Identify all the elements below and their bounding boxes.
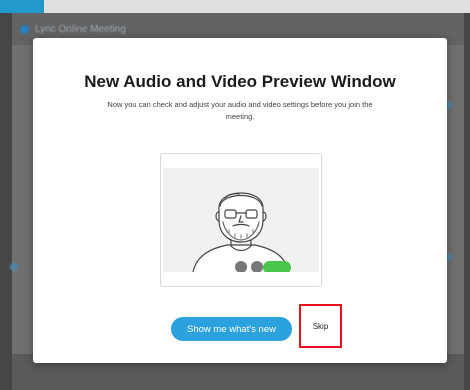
join-call-icon	[263, 261, 291, 272]
dialog-description: Now you can check and adjust your audio …	[107, 100, 373, 121]
skip-button[interactable]: Skip	[299, 304, 342, 348]
camera-toggle-icon	[235, 261, 247, 272]
preview-window-dialog: New Audio and Video Preview Window Now y…	[33, 38, 447, 363]
dialog-title: New Audio and Video Preview Window	[84, 72, 396, 91]
show-me-whats-new-button[interactable]: Show me what's new	[171, 317, 292, 341]
mic-toggle-icon	[251, 261, 263, 272]
preview-video-area	[163, 168, 319, 272]
call-controls	[235, 261, 291, 272]
preview-illustration	[160, 153, 322, 287]
